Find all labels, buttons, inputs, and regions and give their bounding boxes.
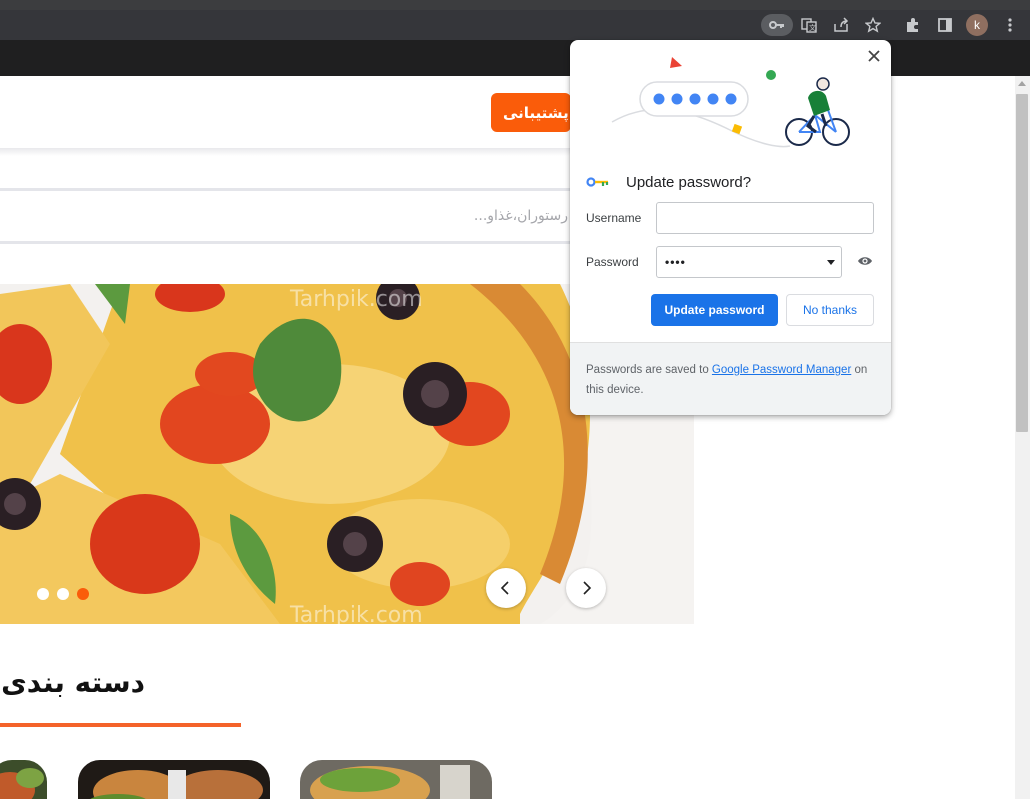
username-label: Username bbox=[586, 211, 642, 225]
translate-icon[interactable]: 文 bbox=[797, 14, 821, 36]
categories-title: دسته بندی‌ها bbox=[0, 666, 145, 699]
search-bar bbox=[0, 188, 580, 244]
star-icon[interactable] bbox=[861, 14, 885, 36]
avatar[interactable]: k bbox=[966, 14, 988, 36]
footer-text-prefix: Passwords are saved to bbox=[586, 364, 712, 376]
tab-strip bbox=[0, 0, 1030, 10]
slider-next-button[interactable] bbox=[566, 568, 606, 608]
password-value: •••• bbox=[665, 255, 686, 269]
scroll-up-arrow[interactable] bbox=[1018, 81, 1026, 86]
support-label: پشتیبانی bbox=[503, 103, 569, 122]
category-card[interactable] bbox=[78, 760, 270, 799]
password-key-icon bbox=[586, 177, 609, 187]
password-manager-link[interactable]: Google Password Manager bbox=[712, 364, 851, 376]
update-password-label: Update password bbox=[664, 303, 765, 317]
support-button[interactable]: پشتیبانی bbox=[491, 93, 571, 132]
update-password-dialog: Update password? Username Password •••• … bbox=[570, 40, 891, 415]
category-image bbox=[0, 760, 47, 799]
category-image bbox=[300, 760, 492, 799]
menu-icon[interactable] bbox=[998, 14, 1022, 36]
chevron-left-icon bbox=[500, 581, 509, 595]
categories-underline bbox=[0, 723, 241, 727]
avatar-letter: k bbox=[974, 18, 980, 32]
watermark-top: Tarhpik.com bbox=[289, 287, 423, 312]
slider-prev-button[interactable] bbox=[486, 568, 526, 608]
slider-dot[interactable] bbox=[37, 588, 49, 600]
scroll-thumb[interactable] bbox=[1016, 94, 1028, 432]
header-divider bbox=[0, 148, 600, 156]
category-card[interactable] bbox=[0, 760, 47, 799]
dialog-title: Update password? bbox=[626, 174, 752, 191]
svg-text:文: 文 bbox=[809, 23, 816, 32]
extensions-icon[interactable] bbox=[901, 14, 925, 36]
no-thanks-label: No thanks bbox=[802, 303, 858, 317]
browser-window: 文 k پشتیبانی رستوران،غذاو... Tarhpik.com… bbox=[0, 0, 1030, 799]
share-icon[interactable] bbox=[829, 14, 853, 36]
chevron-down-icon bbox=[827, 260, 835, 265]
dialog-footer: Passwords are saved to Google Password M… bbox=[570, 342, 891, 415]
chevron-right-icon bbox=[583, 581, 592, 595]
password-dropdown[interactable]: •••• bbox=[656, 246, 842, 278]
close-icon bbox=[868, 50, 880, 62]
no-thanks-button[interactable]: No thanks bbox=[786, 294, 874, 326]
side-panel-icon[interactable] bbox=[933, 14, 957, 36]
close-button[interactable] bbox=[864, 46, 884, 66]
watermark-bottom: Tarhpik.com bbox=[289, 603, 423, 624]
password-label: Password bbox=[586, 255, 639, 269]
username-field[interactable] bbox=[656, 202, 874, 234]
category-image bbox=[78, 760, 270, 799]
category-card[interactable] bbox=[300, 760, 492, 799]
eye-icon[interactable] bbox=[857, 255, 873, 267]
slider-dot[interactable] bbox=[57, 588, 69, 600]
update-password-button[interactable]: Update password bbox=[651, 294, 778, 326]
search-input[interactable] bbox=[0, 198, 580, 234]
password-illustration bbox=[611, 57, 850, 148]
slider-dot-active[interactable] bbox=[77, 588, 89, 600]
key-icon[interactable] bbox=[761, 14, 793, 36]
